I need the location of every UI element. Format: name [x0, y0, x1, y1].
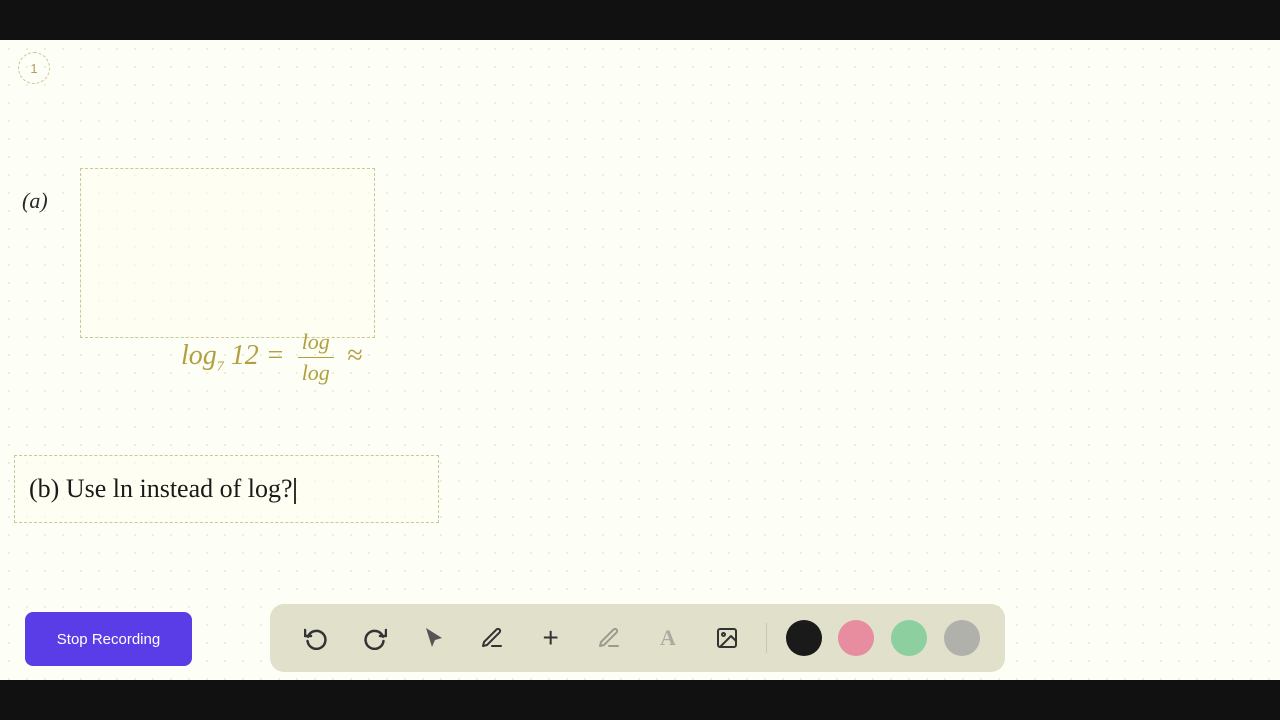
top-bar	[0, 0, 1280, 40]
stop-recording-button[interactable]: Stop Recording	[25, 612, 192, 666]
add-icon: +	[543, 622, 559, 654]
color-gray-button[interactable]	[944, 620, 980, 656]
text-cursor	[294, 478, 296, 504]
math-expression: log7 12 = log log ≈	[181, 329, 362, 386]
part-b-box: (b) Use ln instead of log?	[14, 455, 439, 523]
undo-icon	[304, 626, 328, 650]
part-a-label: (a)	[22, 188, 48, 214]
pen-icon	[480, 626, 504, 650]
toolbar-divider	[766, 623, 767, 653]
toolbar: + A	[270, 604, 1005, 672]
page-number: 1	[18, 52, 50, 84]
highlighter-icon	[597, 626, 621, 650]
main-content: 1 (a) log7 12 = log log ≈ (b) Use ln ins…	[0, 40, 1280, 680]
bottom-bar	[0, 680, 1280, 720]
part-b-text: (b) Use ln instead of log?	[29, 474, 296, 504]
select-icon	[422, 626, 446, 650]
image-icon	[715, 626, 739, 650]
select-button[interactable]	[413, 617, 455, 659]
part-a-box: log7 12 = log log ≈	[80, 168, 375, 338]
color-green-button[interactable]	[891, 620, 927, 656]
pen-button[interactable]	[471, 617, 513, 659]
image-button[interactable]	[706, 617, 748, 659]
text-icon: A	[660, 625, 676, 651]
highlighter-button[interactable]	[588, 617, 630, 659]
color-pink-button[interactable]	[838, 620, 874, 656]
color-black-button[interactable]	[786, 620, 822, 656]
add-button[interactable]: +	[530, 617, 572, 659]
undo-button[interactable]	[295, 617, 337, 659]
redo-button[interactable]	[354, 617, 396, 659]
text-button[interactable]: A	[647, 617, 689, 659]
redo-icon	[363, 626, 387, 650]
